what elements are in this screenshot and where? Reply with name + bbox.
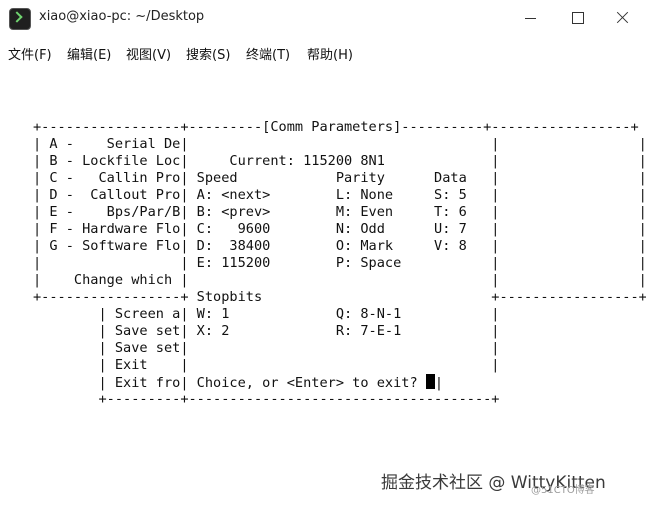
menu-bar: 文件(F) 编辑(E) 视图(V) 搜索(S) 终端(T) 帮助(H) bbox=[0, 36, 646, 68]
terminal-line: | Change which | | | bbox=[33, 272, 646, 288]
terminal-line: | G - Software Flo| D: 38400 O: Mark V: … bbox=[33, 238, 646, 254]
terminal-line: +---------+-----------------------------… bbox=[33, 391, 500, 407]
terminal-line: +-----------------+---------[Comm Parame… bbox=[33, 119, 639, 135]
terminal-line: | D - Callout Pro| A: <next> L: None S: … bbox=[33, 187, 646, 203]
terminal-line: | C - Callin Pro| Speed Parity Data | | bbox=[33, 170, 646, 186]
menu-view[interactable]: 视图(V) bbox=[126, 44, 171, 63]
watermark-small: @51CTO博客 bbox=[531, 485, 595, 496]
menu-help[interactable]: 帮助(H) bbox=[307, 44, 353, 63]
text-cursor bbox=[425, 374, 435, 389]
close-button[interactable] bbox=[600, 0, 646, 36]
prompt-line: | Exit fro| Choice, or <Enter> to exit? … bbox=[33, 374, 443, 392]
prompt-text: | Exit fro| Choice, or <Enter> to exit? bbox=[33, 375, 426, 391]
title-bar: xiao@xiao-pc: ~/Desktop bbox=[0, 0, 646, 36]
terminal-line: +-----------------+ Stopbits +----------… bbox=[33, 289, 646, 305]
terminal-line: | E - Bps/Par/B| B: <prev> M: Even T: 6 … bbox=[33, 204, 646, 220]
terminal-line: | Save set| | bbox=[33, 340, 500, 356]
menu-terminal[interactable]: 终端(T) bbox=[246, 44, 290, 63]
terminal-line: | Save set| X: 2 R: 7-E-1 | bbox=[33, 323, 500, 339]
terminal-line: | A - Serial De| | | bbox=[33, 136, 646, 152]
window-title: xiao@xiao-pc: ~/Desktop bbox=[39, 9, 205, 24]
terminal-area[interactable]: +-----------------+---------[Comm Parame… bbox=[0, 68, 646, 505]
terminal-line: | F - Hardware Flo| C: 9600 N: Odd U: 7 … bbox=[33, 221, 646, 237]
terminal-line: | Screen a| W: 1 Q: 8-N-1 | bbox=[33, 306, 500, 322]
terminal-icon bbox=[9, 8, 31, 30]
menu-search[interactable]: 搜索(S) bbox=[186, 44, 230, 63]
prompt-border: | bbox=[434, 375, 444, 391]
menu-edit[interactable]: 编辑(E) bbox=[67, 44, 111, 63]
terminal-line: | B - Lockfile Loc| Current: 115200 8N1 … bbox=[33, 153, 646, 169]
terminal-line: | Exit | | bbox=[33, 357, 500, 373]
menu-file[interactable]: 文件(F) bbox=[8, 44, 52, 63]
terminal-line: | | E: 115200 P: Space | | bbox=[33, 255, 646, 271]
maximize-button[interactable] bbox=[554, 0, 600, 36]
minimize-button[interactable] bbox=[508, 0, 554, 36]
